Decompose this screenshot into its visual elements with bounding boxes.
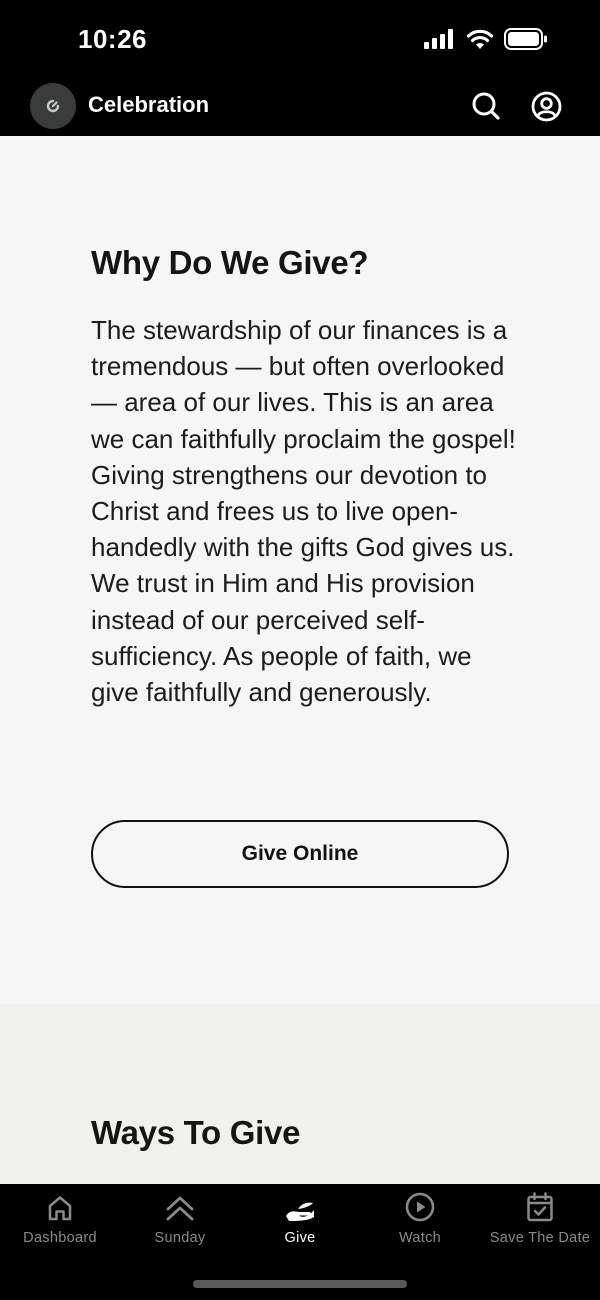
- tab-label: Watch: [398, 1230, 442, 1246]
- why-give-heading: Why Do We Give?: [91, 244, 369, 281]
- status-time: 10:26: [78, 24, 147, 54]
- tab-label: Sunday: [154, 1230, 206, 1246]
- tab-label: Dashboard: [23, 1230, 97, 1246]
- giving-hand-icon: [284, 1184, 316, 1224]
- wifi-icon: [466, 29, 494, 49]
- why-give-body: The stewardship of our finances is a tre…: [91, 315, 516, 708]
- tab-give[interactable]: Give: [240, 1184, 360, 1264]
- main-content[interactable]: Why Do We Give? The stewardship of our f…: [0, 136, 600, 1184]
- tab-label: Give: [284, 1230, 316, 1246]
- signal-icon: [424, 29, 453, 49]
- app-title: Celebration: [88, 92, 210, 117]
- why-give-section: Why Do We Give? The stewardship of our f…: [0, 136, 600, 1004]
- ways-to-give-section: Ways To Give: [0, 1004, 600, 1184]
- play-circle-icon: [405, 1184, 435, 1224]
- calendar-check-icon: [526, 1184, 554, 1224]
- tab-watch[interactable]: Watch: [360, 1184, 480, 1264]
- tab-sunday[interactable]: Sunday: [120, 1184, 240, 1264]
- church-logo-icon[interactable]: [30, 83, 76, 129]
- search-icon[interactable]: [469, 89, 503, 123]
- battery-icon: [504, 28, 547, 50]
- app-header: Celebration: [0, 80, 600, 136]
- tab-label: Save The Date: [489, 1230, 591, 1246]
- home-indicator[interactable]: [193, 1280, 407, 1288]
- ways-to-give-heading: Ways To Give: [91, 1114, 301, 1151]
- status-icons: [424, 28, 548, 50]
- tab-dashboard[interactable]: Dashboard: [0, 1184, 120, 1264]
- status-bar: 10:26: [0, 0, 600, 80]
- account-icon[interactable]: [529, 89, 563, 123]
- double-chevron-up-icon: [165, 1184, 195, 1224]
- tab-save-the-date[interactable]: Save The Date: [480, 1184, 600, 1264]
- give-online-button[interactable]: Give Online: [91, 820, 509, 888]
- home-icon: [46, 1184, 74, 1224]
